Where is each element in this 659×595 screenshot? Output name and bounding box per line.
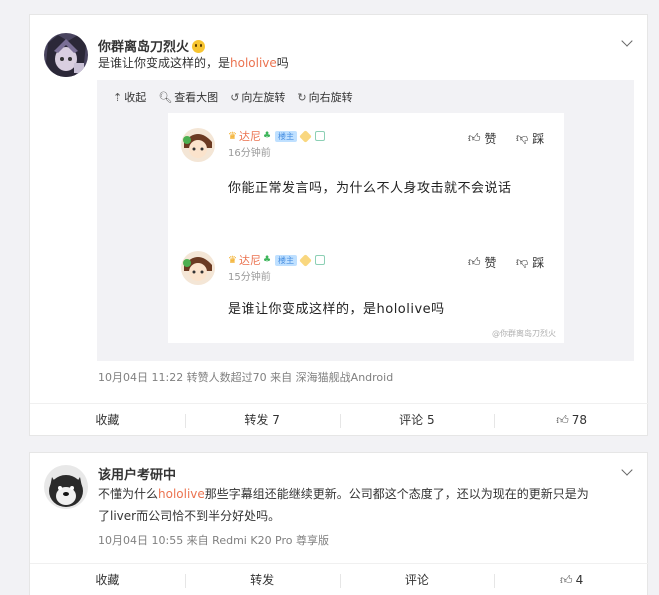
- badge-icon: [315, 131, 326, 141]
- comment-text: 是谁让你变成这样的，是hololive吗: [228, 302, 445, 317]
- like-button[interactable]: 👍︎ 78: [494, 404, 649, 436]
- post-card: 你群离岛刀烈火 是谁让你变成这样的，是hololive吗 ⇡ 收起 🔍︎ 查看大图 …: [29, 14, 649, 436]
- chevron-down-icon[interactable]: [621, 464, 633, 476]
- chevron-down-icon[interactable]: [621, 35, 633, 47]
- comment-button[interactable]: 评论 5: [339, 404, 495, 436]
- favorite-button[interactable]: 收藏: [30, 564, 185, 595]
- dislike-label: 👎︎ 踩: [516, 255, 545, 270]
- heart-icon: [299, 253, 312, 267]
- repost-button[interactable]: 转发 7: [184, 404, 340, 436]
- owner-tag: 楼主: [275, 254, 298, 266]
- post-text: 不懂为什么hololive那些字幕组还能继续更新。公司都这个态度了，还以为现在的…: [98, 487, 589, 523]
- action-bar: 收藏 转发 7 评论 5 👍︎ 78: [30, 403, 649, 436]
- dislike-label: 👎︎ 踩: [516, 131, 545, 146]
- post-meta: 10月04日 11:22 转赞人数超过70 来自 深海猫舰战Android: [98, 371, 394, 384]
- repost-button[interactable]: 转发: [184, 564, 340, 595]
- like-button[interactable]: 👍︎ 4: [494, 564, 649, 595]
- comment-avatar: [181, 251, 215, 285]
- crown-icon: ♛: [228, 130, 237, 142]
- post-image[interactable]: ♛ 达尼 ♣ 楼主 16分钟前 👍︎ 赞 👎︎ 踩 你能正常发言吗，为什么不人身攻击就不…: [168, 113, 564, 343]
- owner-tag: 楼主: [275, 130, 298, 142]
- collapse-icon: ⇡: [113, 90, 123, 104]
- thumb-up-icon: 👍︎: [468, 255, 481, 269]
- action-bar: 收藏 转发 评论 👍︎ 4: [30, 563, 649, 595]
- comment-text: 你能正常发言吗，为什么不人身攻击就不会说话: [228, 181, 512, 196]
- avatar[interactable]: [44, 33, 88, 77]
- comment-avatar: [181, 128, 215, 162]
- post-text: 是谁让你变成这样的，是hololive吗: [98, 56, 289, 70]
- comment-author: ♛ 达尼 ♣ 楼主: [228, 128, 326, 144]
- rotate-right-icon: ↻: [297, 90, 307, 104]
- thumb-up-icon: 👍︎: [560, 573, 573, 587]
- like-label: 👍︎ 赞: [468, 255, 497, 270]
- thumb-down-icon: 👎︎: [516, 131, 529, 145]
- sprout-icon: ♣: [262, 255, 272, 265]
- post-card: 该用户考研中 不懂为什么hololive那些字幕组还能继续更新。公司都这个态度了…: [29, 452, 649, 595]
- comment-time: 16分钟前: [228, 148, 271, 159]
- view-large-button[interactable]: 🔍︎ 查看大图: [158, 89, 218, 105]
- magnifier-icon: 🔍︎: [158, 90, 173, 104]
- thumb-up-icon: 👍︎: [556, 413, 569, 427]
- badge-icon: [315, 255, 326, 265]
- rotate-right-button[interactable]: ↻ 向右旋转: [297, 89, 352, 105]
- comment-button[interactable]: 评论: [339, 564, 495, 595]
- rotate-left-icon: ↺: [230, 90, 240, 104]
- crown-icon: ♛: [228, 254, 237, 266]
- rotate-left-button[interactable]: ↺ 向左旋转: [230, 89, 285, 105]
- media-viewer: ⇡ 收起 🔍︎ 查看大图 ↺ 向左旋转 ↻ 向右旋转 ♛ 达尼 ♣ 楼主 16分…: [97, 80, 634, 361]
- post-meta: 10月04日 10:55 来自 Redmi K20 Pro 尊享版: [98, 534, 330, 547]
- avatar[interactable]: [44, 465, 88, 509]
- hololive-link[interactable]: hololive: [158, 487, 205, 501]
- media-toolbar: ⇡ 收起 🔍︎ 查看大图 ↺ 向左旋转 ↻ 向右旋转: [113, 89, 365, 105]
- collapse-button[interactable]: ⇡ 收起: [113, 89, 146, 105]
- username[interactable]: 该用户考研中: [98, 464, 176, 483]
- sprout-icon: ♣: [262, 131, 272, 141]
- hololive-link[interactable]: hololive: [230, 56, 277, 70]
- heart-icon: [299, 129, 312, 143]
- like-label: 👍︎ 赞: [468, 131, 497, 146]
- comment-time: 15分钟前: [228, 272, 271, 283]
- watermark: @你群离岛刀烈火: [492, 329, 556, 338]
- thumb-up-icon: 👍︎: [468, 131, 481, 145]
- favorite-button[interactable]: 收藏: [30, 404, 185, 436]
- thumb-down-icon: 👎︎: [516, 255, 529, 269]
- comment-author: ♛ 达尼 ♣ 楼主: [228, 252, 326, 268]
